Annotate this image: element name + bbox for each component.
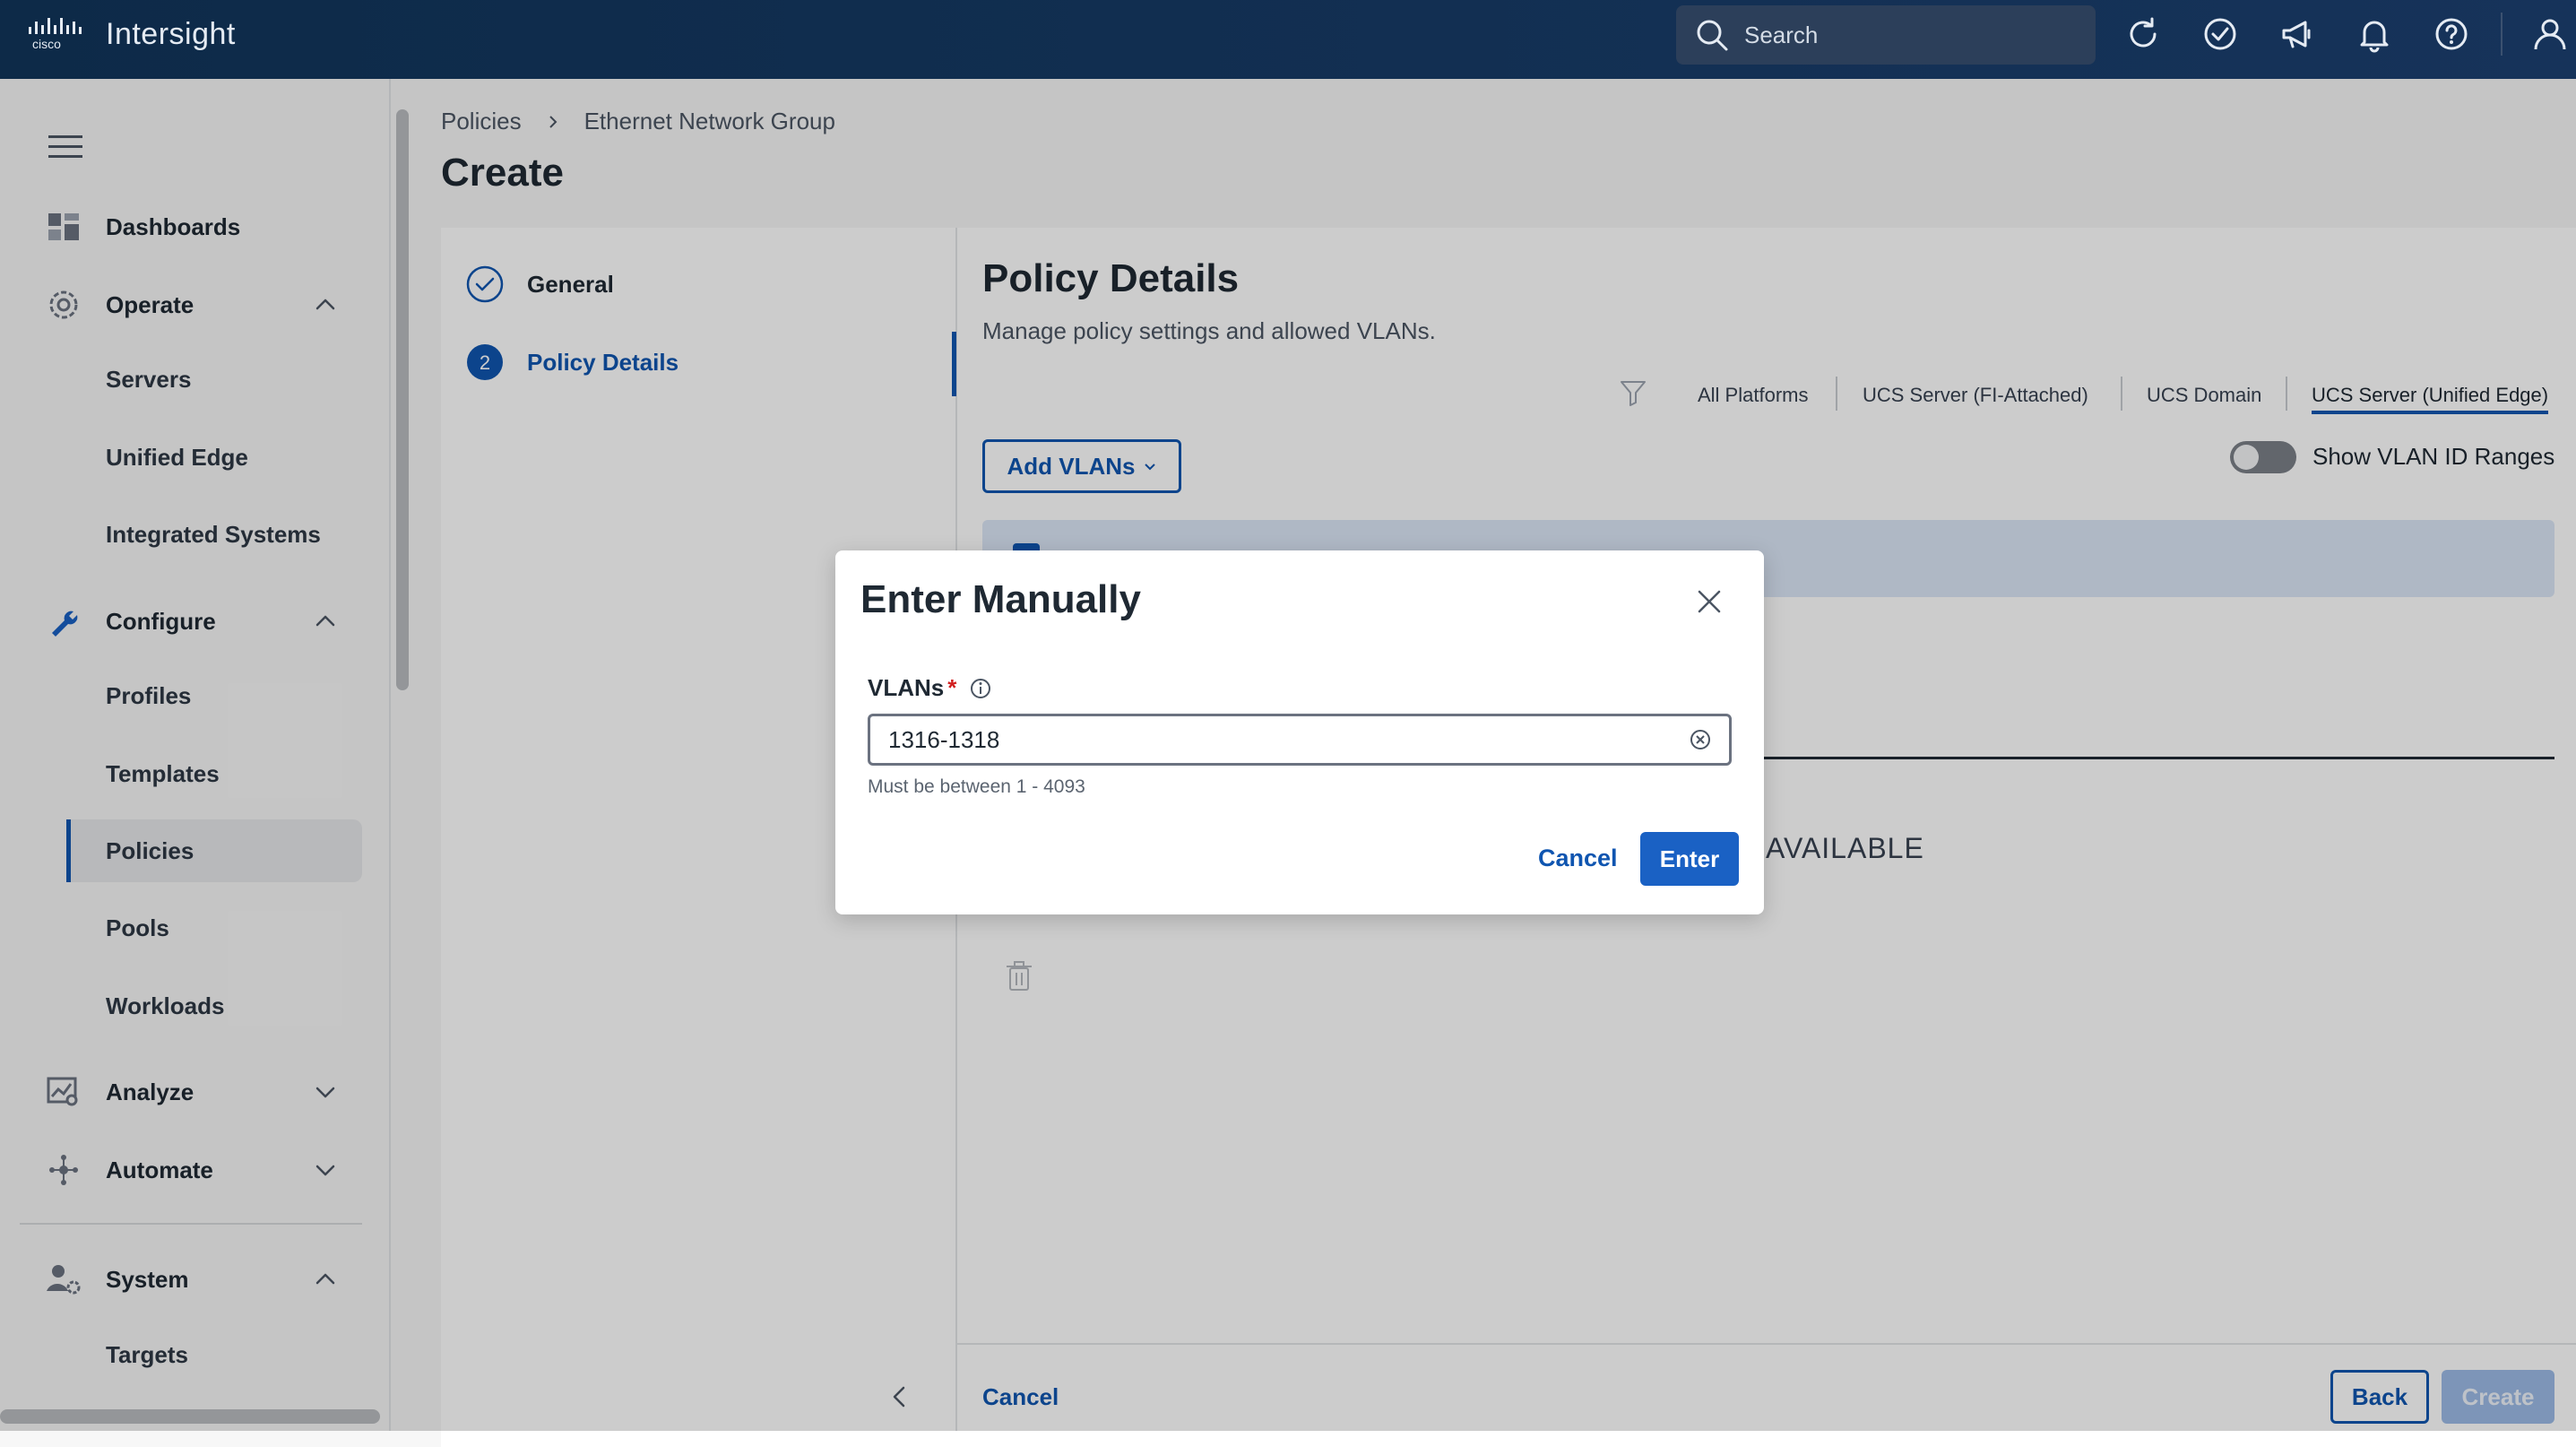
- dialog-enter-button[interactable]: Enter: [1640, 832, 1739, 886]
- megaphone-icon[interactable]: [2278, 15, 2316, 53]
- brand[interactable]: cisco Intersight: [27, 16, 236, 52]
- refresh-icon[interactable]: [2124, 15, 2162, 53]
- cisco-logo-icon: cisco: [29, 18, 82, 51]
- user-icon[interactable]: [2531, 15, 2569, 53]
- help-icon[interactable]: [2433, 15, 2470, 53]
- svg-text:cisco: cisco: [32, 37, 61, 51]
- vlans-field-label: VLANs *: [868, 674, 992, 702]
- clear-input-icon[interactable]: [1688, 727, 1713, 752]
- global-search[interactable]: Search: [1676, 5, 2096, 65]
- vlans-input-wrapper: [868, 714, 1732, 766]
- dialog-cancel-button[interactable]: Cancel: [1538, 845, 1618, 872]
- required-marker: *: [947, 674, 957, 701]
- info-icon[interactable]: [969, 677, 992, 700]
- brand-name: Intersight: [106, 16, 236, 51]
- bell-icon[interactable]: [2356, 15, 2393, 53]
- top-bar: cisco Intersight Search: [0, 0, 2576, 79]
- check-circle-icon[interactable]: [2201, 15, 2239, 53]
- search-placeholder: Search: [1744, 21, 1819, 48]
- vlans-label-text: VLANs: [868, 674, 945, 701]
- dialog-title: Enter Manually: [860, 577, 1141, 621]
- vlans-input[interactable]: [886, 724, 1661, 755]
- vlans-hint: Must be between 1 - 4093: [868, 776, 1085, 797]
- header-divider: [2501, 13, 2503, 56]
- enter-manually-dialog: Enter Manually VLANs * Must be between 1…: [835, 550, 1764, 914]
- search-icon: [1697, 20, 1728, 51]
- close-icon[interactable]: [1694, 586, 1725, 617]
